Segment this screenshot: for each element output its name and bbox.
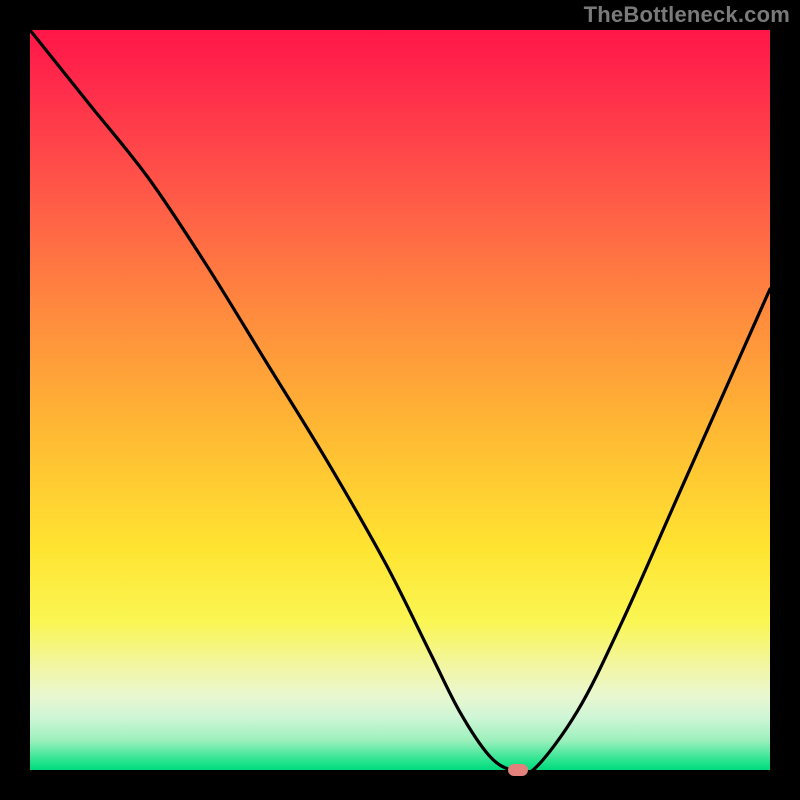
bottleneck-curve: [30, 30, 770, 770]
attribution-text: TheBottleneck.com: [584, 2, 790, 28]
plot-area: [30, 30, 770, 770]
chart-frame: TheBottleneck.com: [0, 0, 800, 800]
optimal-point-marker: [508, 764, 528, 776]
curve-path: [30, 30, 770, 775]
